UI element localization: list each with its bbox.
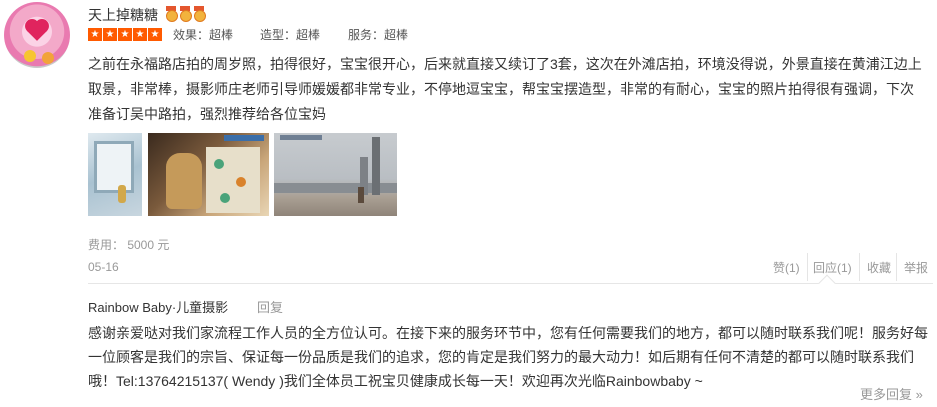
rating-stars: ★ ★ ★ ★ ★ xyxy=(88,28,162,41)
more-replies-link[interactable]: 更多回复 » xyxy=(860,384,923,403)
reply-label: 回复 xyxy=(257,300,284,315)
review-date: 05-16 xyxy=(88,260,119,274)
star-icon: ★ xyxy=(103,28,117,41)
review-photo[interactable] xyxy=(274,133,397,216)
score-styling: 造型：超棒 xyxy=(260,28,321,42)
merchant-name[interactable]: Rainbow Baby·儿童摄影 xyxy=(88,297,228,316)
reply-box-pointer xyxy=(818,274,836,292)
action-divider xyxy=(896,253,897,281)
star-icon: ★ xyxy=(88,28,102,41)
star-icon: ★ xyxy=(133,28,147,41)
review-fee: 费用： 5000 元 xyxy=(88,238,170,252)
report-button[interactable]: 举报 xyxy=(904,259,928,276)
score-service: 服务：超棒 xyxy=(348,28,409,42)
user-avatar[interactable] xyxy=(4,2,70,68)
like-button[interactable]: 赞(1) xyxy=(773,259,800,276)
username[interactable]: 天上掉糖糖 xyxy=(88,5,158,25)
score-effect: 效果：超棒 xyxy=(173,28,234,42)
flower-icon xyxy=(42,52,54,64)
user-medals xyxy=(165,6,206,22)
merchant-reply-text: 感谢亲爱哒对我们家流程工作人员的全方位认可。在接下来的服务环节中，您有任何需要我… xyxy=(88,325,928,389)
reply-box-divider xyxy=(88,283,933,284)
review-photo[interactable] xyxy=(148,133,269,216)
flower-icon xyxy=(24,50,36,62)
favorite-button[interactable]: 收藏 xyxy=(867,259,891,276)
action-divider xyxy=(807,253,808,281)
medal-icon xyxy=(193,6,206,22)
action-divider xyxy=(859,253,860,281)
medal-icon xyxy=(179,6,192,22)
reply-toggle-button[interactable]: 回应(1) xyxy=(813,259,852,276)
review-content: 之前在永福路店拍的周岁照，拍得很好，宝宝很开心，后来就直接又续订了3套，这次在外… xyxy=(88,56,922,122)
medal-icon xyxy=(165,6,178,22)
star-icon: ★ xyxy=(118,28,132,41)
heart-icon xyxy=(27,21,47,41)
star-icon: ★ xyxy=(148,28,162,41)
review-photo[interactable] xyxy=(88,133,142,216)
